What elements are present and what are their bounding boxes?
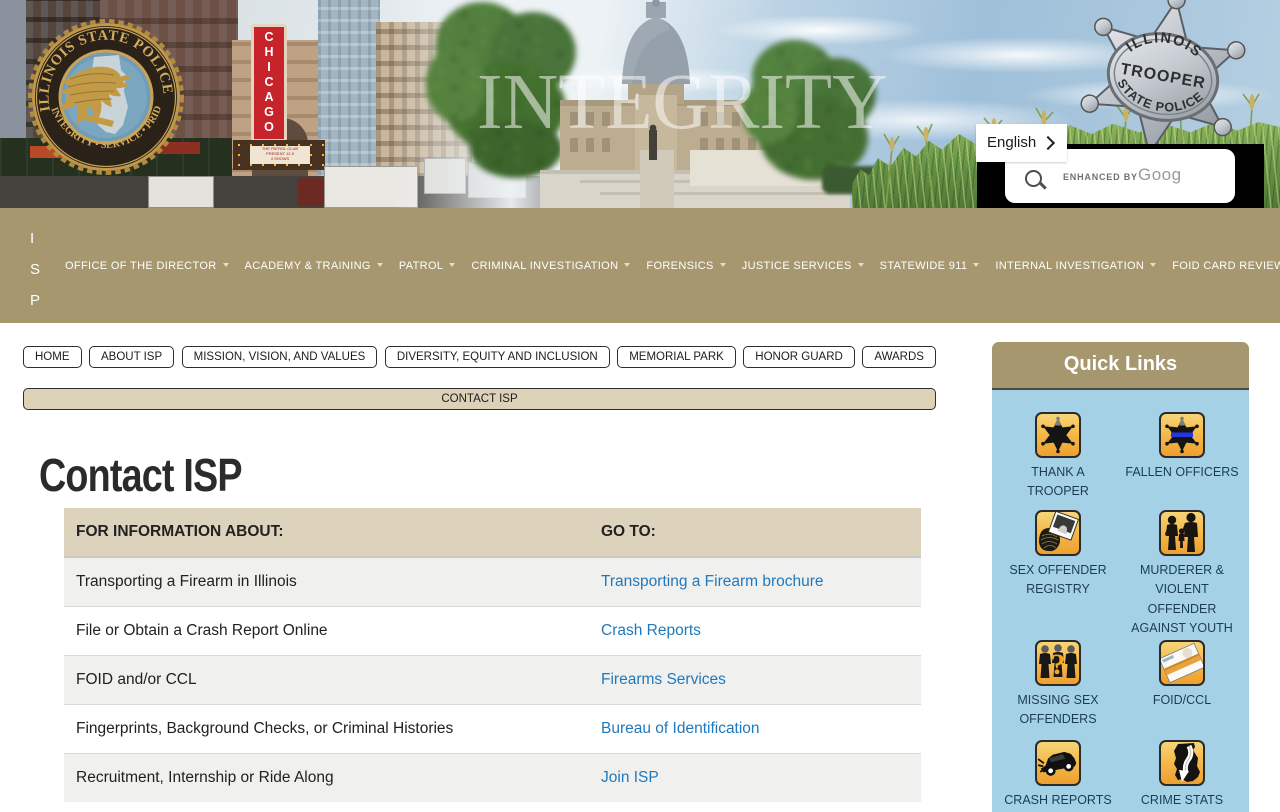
svg-text:?: ?: [1051, 648, 1066, 681]
